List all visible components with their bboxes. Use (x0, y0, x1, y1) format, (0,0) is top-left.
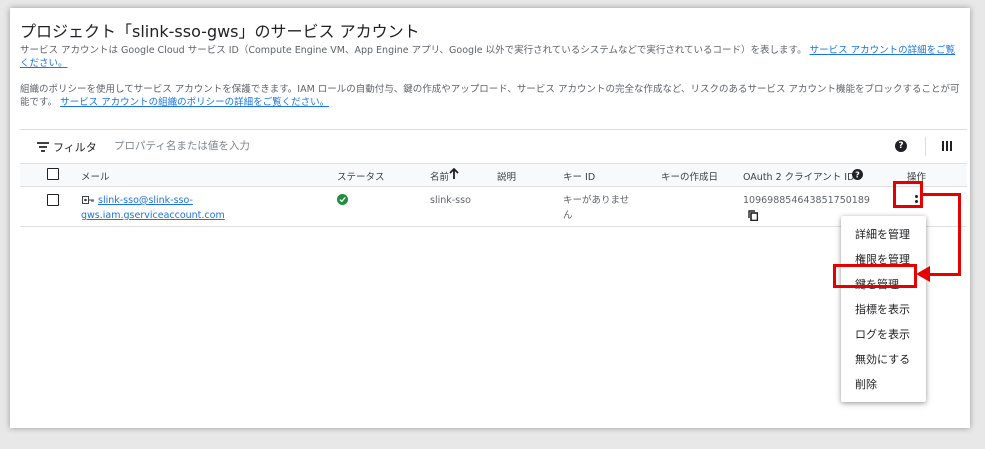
column-display-icon[interactable] (942, 141, 952, 151)
sort-arrow-up-icon[interactable] (449, 168, 459, 180)
page-description-2: 組織のポリシーを使用してサービス アカウントを保護できます。IAM ロールの自動… (20, 83, 960, 109)
header-key-created[interactable]: キーの作成日 (661, 169, 718, 183)
menu-item-view-logs[interactable]: ログを表示 (855, 326, 910, 342)
menu-item-manage-details[interactable]: 詳細を管理 (855, 226, 910, 242)
email-cell: slink-sso@slink-sso- gws.iam.gserviceacc… (81, 193, 258, 223)
filter-label[interactable]: フィルタ (53, 139, 97, 155)
service-account-email-link[interactable]: slink-sso@slink-sso- (98, 195, 193, 206)
oauth-client-id-cell: 109698854643851750189 (743, 195, 870, 206)
header-email[interactable]: メール (81, 169, 110, 183)
manage-keys-highlight-box (833, 264, 917, 288)
table-row: slink-sso@slink-sso- gws.iam.gserviceacc… (20, 187, 967, 227)
service-accounts-table: フィルタ ? メール ステータス 名前 説明 キー ID キーの作成日 OAut… (20, 129, 967, 227)
header-key-id[interactable]: キー ID (563, 169, 595, 183)
service-account-key-icon (82, 196, 94, 204)
page-description-1: サービス アカウントは Google Cloud サービス ID（Compute… (20, 44, 960, 70)
key-id-text-line1: キーがありませ (563, 195, 630, 206)
table-header: メール ステータス 名前 説明 キー ID キーの作成日 OAuth 2 クライ… (20, 164, 967, 187)
annotation-connector-bottom (928, 273, 961, 276)
check-circle-icon (337, 194, 348, 205)
org-policy-details-link[interactable]: サービス アカウントの組織のポリシーの詳細をご覧ください。 (60, 97, 329, 108)
annotation-arrow-icon (916, 266, 930, 282)
actions-menu: 詳細を管理 権限を管理 鍵を管理 指標を表示 ログを表示 無効にする 削除 (841, 216, 926, 402)
header-description[interactable]: 説明 (497, 169, 516, 183)
console-panel: プロジェクト「slink-sso-gws」のサービス アカウント サービス アカ… (10, 8, 970, 428)
menu-item-delete[interactable]: 削除 (855, 376, 877, 392)
header-status[interactable]: ステータス (337, 169, 385, 183)
svg-text:?: ? (855, 171, 860, 180)
select-all-checkbox[interactable] (47, 168, 59, 180)
key-id-text-line2: ん (563, 210, 573, 221)
kebab-highlight-box (893, 181, 923, 208)
filter-icon[interactable] (37, 142, 49, 152)
key-id-cell: キーがありませ ん (563, 193, 629, 223)
service-account-email-link-line2[interactable]: gws.iam.gserviceaccount.com (81, 210, 225, 221)
menu-item-view-metrics[interactable]: 指標を表示 (855, 301, 910, 317)
menu-item-disable[interactable]: 無効にする (855, 351, 910, 367)
help-icon[interactable]: ? (895, 140, 907, 152)
copy-icon[interactable] (748, 210, 758, 221)
description-1-text: サービス アカウントは Google Cloud サービス ID（Compute… (20, 45, 807, 56)
page-title: プロジェクト「slink-sso-gws」のサービス アカウント (20, 22, 420, 41)
header-name[interactable]: 名前 (430, 169, 449, 183)
filter-bar: フィルタ ? (20, 130, 967, 164)
annotation-connector-top (923, 193, 961, 196)
name-cell: slink-sso (430, 195, 471, 206)
row-checkbox[interactable] (47, 194, 59, 206)
toolbar-divider (925, 137, 926, 156)
oauth-help-icon[interactable]: ? (852, 169, 863, 180)
filter-input[interactable] (114, 135, 714, 157)
header-oauth-client-id[interactable]: OAuth 2 クライアント ID (743, 169, 854, 183)
annotation-connector-vertical (958, 193, 961, 276)
